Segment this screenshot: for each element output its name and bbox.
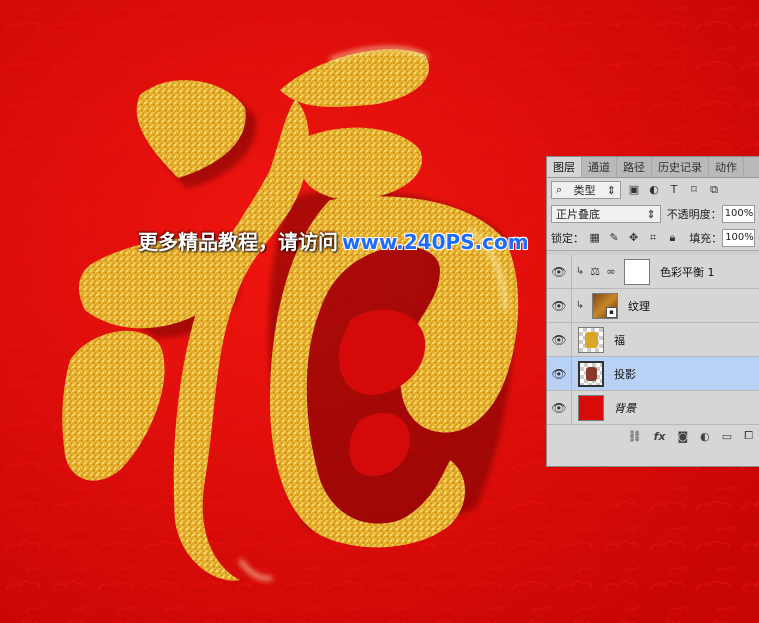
- watermark-text: 更多精品教程，请访问: [138, 230, 338, 254]
- filter-kind-label: 类型: [573, 184, 596, 197]
- filter-kind-select[interactable]: ⌕ 类型 ⇕: [551, 181, 621, 199]
- smart-object-icon: ▪: [606, 306, 617, 318]
- tab-paths[interactable]: 路径: [617, 157, 652, 177]
- balance-icon: ⚖: [590, 264, 600, 278]
- link-icon[interactable]: ⛓: [628, 430, 642, 443]
- mask-icon[interactable]: ◙: [677, 430, 688, 443]
- panel-tabs: 图层 通道 路径 历史记录 动作: [547, 157, 759, 178]
- lock-all-icon[interactable]: 🔒︎: [666, 231, 679, 245]
- eye-icon[interactable]: 👁︎: [547, 367, 571, 381]
- layer-name[interactable]: 投影: [614, 366, 636, 382]
- layer-color-balance[interactable]: 👁︎ ↳ ⚖ ∞ 色彩平衡 1: [547, 254, 759, 289]
- tab-history[interactable]: 历史记录: [652, 157, 709, 177]
- new-layer-icon[interactable]: ⧠: [744, 429, 753, 443]
- clip-arrow-icon: ↳: [575, 300, 585, 311]
- lock-position-icon[interactable]: ✥: [627, 231, 640, 245]
- blend-mode-select[interactable]: 正片叠底 ⇕: [551, 205, 661, 223]
- tab-layers[interactable]: 图层: [547, 157, 582, 177]
- layer-thumbnail[interactable]: [578, 326, 604, 353]
- layers-panel: 图层 通道 路径 历史记录 动作 ⌕ 类型 ⇕ ▣ ◐ T ⌑ ⧉ 正片叠底 ⇕…: [546, 156, 759, 467]
- tab-channels[interactable]: 通道: [582, 157, 617, 177]
- layer-name[interactable]: 纹理: [628, 298, 650, 314]
- filter-row: ⌕ 类型 ⇕ ▣ ◐ T ⌑ ⧉: [547, 178, 759, 202]
- layer-divider: [571, 254, 572, 289]
- thumbnail-glyph: [585, 331, 598, 348]
- lock-transparent-icon[interactable]: ▦: [588, 231, 601, 245]
- lock-pixels-icon[interactable]: ✎: [607, 231, 620, 245]
- stepper-icon: ⇕: [646, 207, 656, 221]
- blend-row: 正片叠底 ⇕ 不透明度： 100%: [547, 202, 759, 226]
- transform-filter-icon[interactable]: ⌑: [687, 183, 701, 197]
- watermark-url: www.240PS.com: [342, 230, 529, 254]
- layer-name[interactable]: 福: [614, 332, 625, 348]
- thumbnail-glyph: [586, 366, 597, 381]
- layer-divider: [571, 390, 572, 425]
- folder-icon[interactable]: ▭: [722, 430, 732, 443]
- layer-name[interactable]: 色彩平衡 1: [660, 264, 715, 280]
- layer-divider: [571, 322, 572, 357]
- eye-icon[interactable]: 👁︎: [547, 265, 571, 279]
- lock-row: 锁定： ▦ ✎ ✥ ⌗ 🔒︎ 填充： 100%: [547, 226, 759, 250]
- circle-filter-icon[interactable]: ◐: [647, 183, 661, 197]
- layer-texture[interactable]: 👁︎ ↳ ▪ 纹理: [547, 288, 759, 323]
- tab-actions[interactable]: 动作: [709, 157, 744, 177]
- adjustment-icon[interactable]: ◐: [700, 430, 710, 443]
- opacity-input[interactable]: 100%: [721, 205, 755, 223]
- smart-filter-icon[interactable]: ⧉: [707, 183, 721, 197]
- opacity-label: 不透明度：: [666, 208, 722, 221]
- fill-input[interactable]: 100%: [722, 229, 755, 247]
- fx-icon[interactable]: fx: [654, 430, 666, 443]
- fill-label: 填充：: [689, 232, 723, 245]
- blend-mode-label: 正片叠底: [556, 208, 600, 221]
- eye-icon[interactable]: 👁︎: [547, 401, 571, 415]
- clip-arrow-icon: ↳: [575, 266, 585, 277]
- layer-thumbnail[interactable]: [578, 360, 604, 387]
- layer-thumbnail[interactable]: [578, 394, 604, 421]
- image-filter-icon[interactable]: ▣: [627, 183, 641, 197]
- layer-divider: [571, 288, 572, 323]
- layer-background[interactable]: 👁︎ 背景: [547, 390, 759, 425]
- layer-divider: [571, 356, 572, 391]
- eye-icon[interactable]: 👁︎: [547, 299, 571, 313]
- chain-icon[interactable]: ∞: [604, 265, 618, 279]
- layer-thumbnail[interactable]: ▪: [592, 292, 618, 319]
- layer-name[interactable]: 背景: [614, 400, 636, 416]
- lock-label: 锁定：: [551, 232, 584, 245]
- layer-fu[interactable]: 👁︎ 福: [547, 322, 759, 357]
- eye-icon[interactable]: 👁︎: [547, 333, 571, 347]
- watermark: 更多精品教程，请访问 www.240PS.com: [138, 226, 529, 255]
- text-filter-icon[interactable]: T: [667, 183, 681, 197]
- layer-mask-thumbnail[interactable]: [624, 258, 650, 285]
- search-icon: ⌕: [556, 183, 563, 196]
- lock-artboard-icon[interactable]: ⌗: [646, 231, 659, 245]
- layer-shadow[interactable]: 👁︎ 投影: [547, 356, 759, 391]
- panel-bottom-toolbar: ⛓ fx ◙ ◐ ▭ ⧠: [547, 425, 759, 447]
- stepper-icon: ⇕: [606, 183, 616, 197]
